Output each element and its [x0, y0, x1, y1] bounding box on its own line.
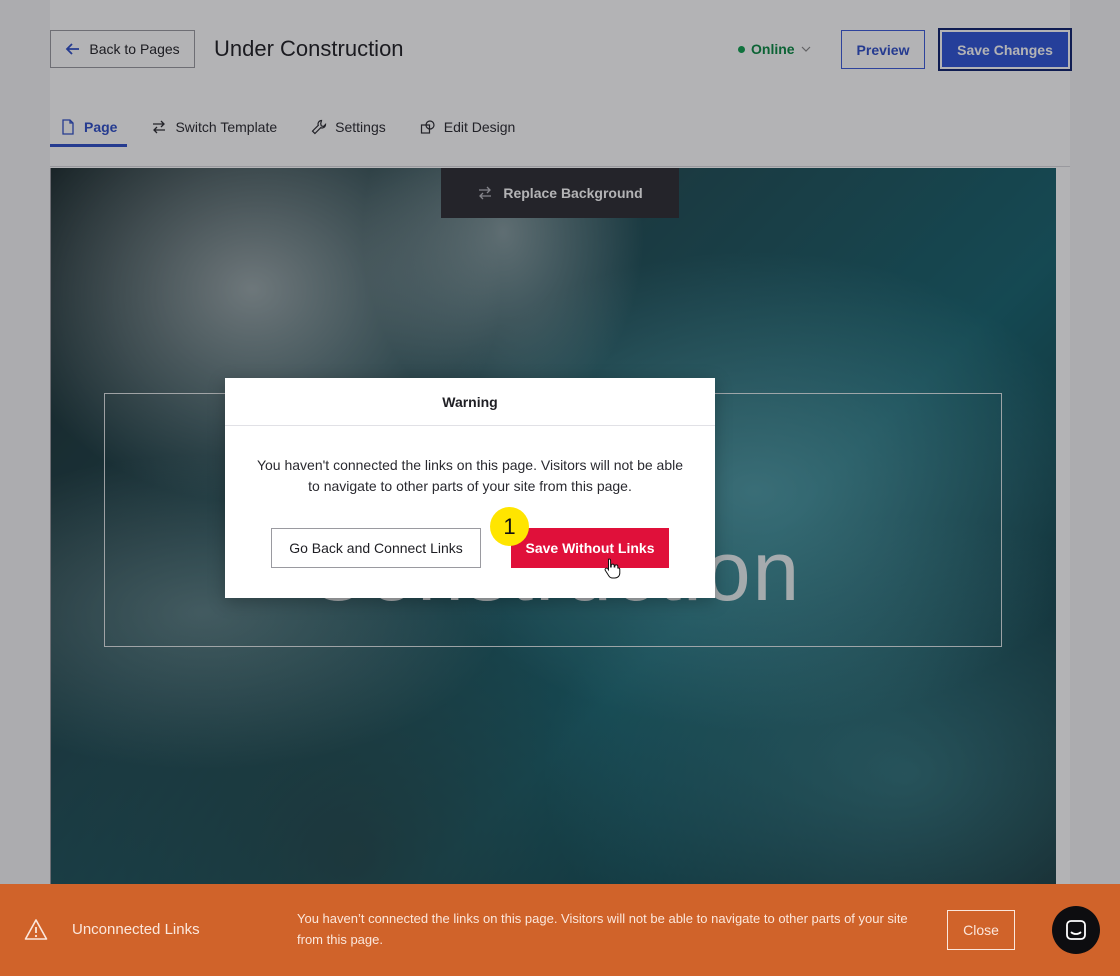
- chat-launcher-button[interactable]: [1052, 906, 1100, 954]
- unconnected-links-banner: Unconnected Links You haven’t connected …: [0, 884, 1120, 976]
- banner-title: Unconnected Links: [72, 921, 200, 938]
- step-badge: 1: [490, 507, 529, 546]
- banner-message: You haven’t connected the links on this …: [297, 911, 908, 947]
- warning-triangle-icon: [24, 919, 48, 940]
- hand-cursor-icon: [604, 558, 621, 579]
- warning-dialog: Warning You haven't connected the links …: [225, 378, 715, 598]
- go-back-connect-links-button[interactable]: Go Back and Connect Links: [271, 528, 481, 568]
- dialog-message: You haven't connected the links on this …: [256, 457, 684, 494]
- chat-icon: [1066, 920, 1086, 940]
- save-without-links-button[interactable]: Save Without Links: [511, 528, 669, 568]
- banner-close-button[interactable]: Close: [947, 910, 1015, 950]
- dialog-title: Warning: [225, 378, 715, 426]
